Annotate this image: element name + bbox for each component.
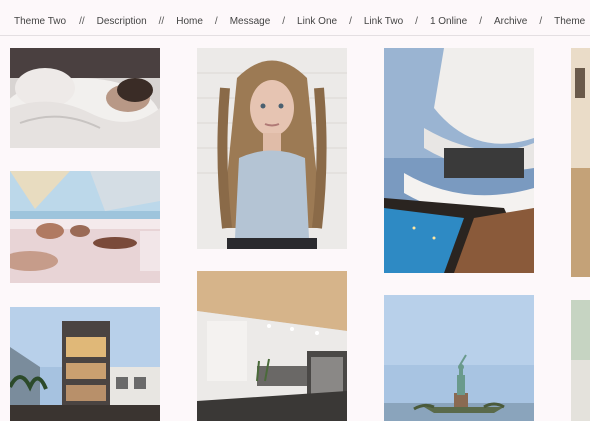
photo-kitchen[interactable]: [197, 271, 347, 421]
photo-bed[interactable]: [10, 48, 160, 148]
nav-separator: /: [415, 15, 418, 27]
nav-separator: /: [479, 15, 482, 27]
photo-statue[interactable]: [384, 295, 534, 421]
nav-separator: /: [539, 15, 543, 27]
nav-separator: /: [282, 15, 286, 27]
nav-separator: //: [158, 15, 165, 27]
photo-lower-partial[interactable]: [571, 300, 590, 421]
nav-link-home[interactable]: Home: [176, 16, 203, 27]
nav-link-theme[interactable]: Theme: [554, 16, 585, 27]
photo-portrait[interactable]: [197, 48, 347, 249]
nav-separator: //: [79, 15, 85, 27]
nav-links: Theme Two // Description // Home / Messa…: [0, 14, 585, 28]
nav-link-message[interactable]: Message: [230, 16, 271, 27]
nav-link-online-count[interactable]: 1 Online: [430, 16, 467, 27]
photo-modern-house[interactable]: [384, 48, 534, 273]
nav-separator: /: [349, 15, 352, 27]
nav-link-archive[interactable]: Archive: [494, 16, 527, 27]
nav-separator: /: [214, 15, 218, 27]
nav-link-theme-two[interactable]: Theme Two: [14, 16, 66, 27]
photo-interior-partial[interactable]: [571, 48, 590, 277]
photo-villa[interactable]: [10, 307, 160, 421]
nav-link-description[interactable]: Description: [97, 16, 147, 27]
nav-link-link-two[interactable]: Link Two: [364, 16, 403, 27]
photo-yacht[interactable]: [10, 171, 160, 283]
top-navigation-bar: Theme Two // Description // Home / Messa…: [0, 0, 590, 36]
nav-link-link-one[interactable]: Link One: [297, 16, 337, 27]
